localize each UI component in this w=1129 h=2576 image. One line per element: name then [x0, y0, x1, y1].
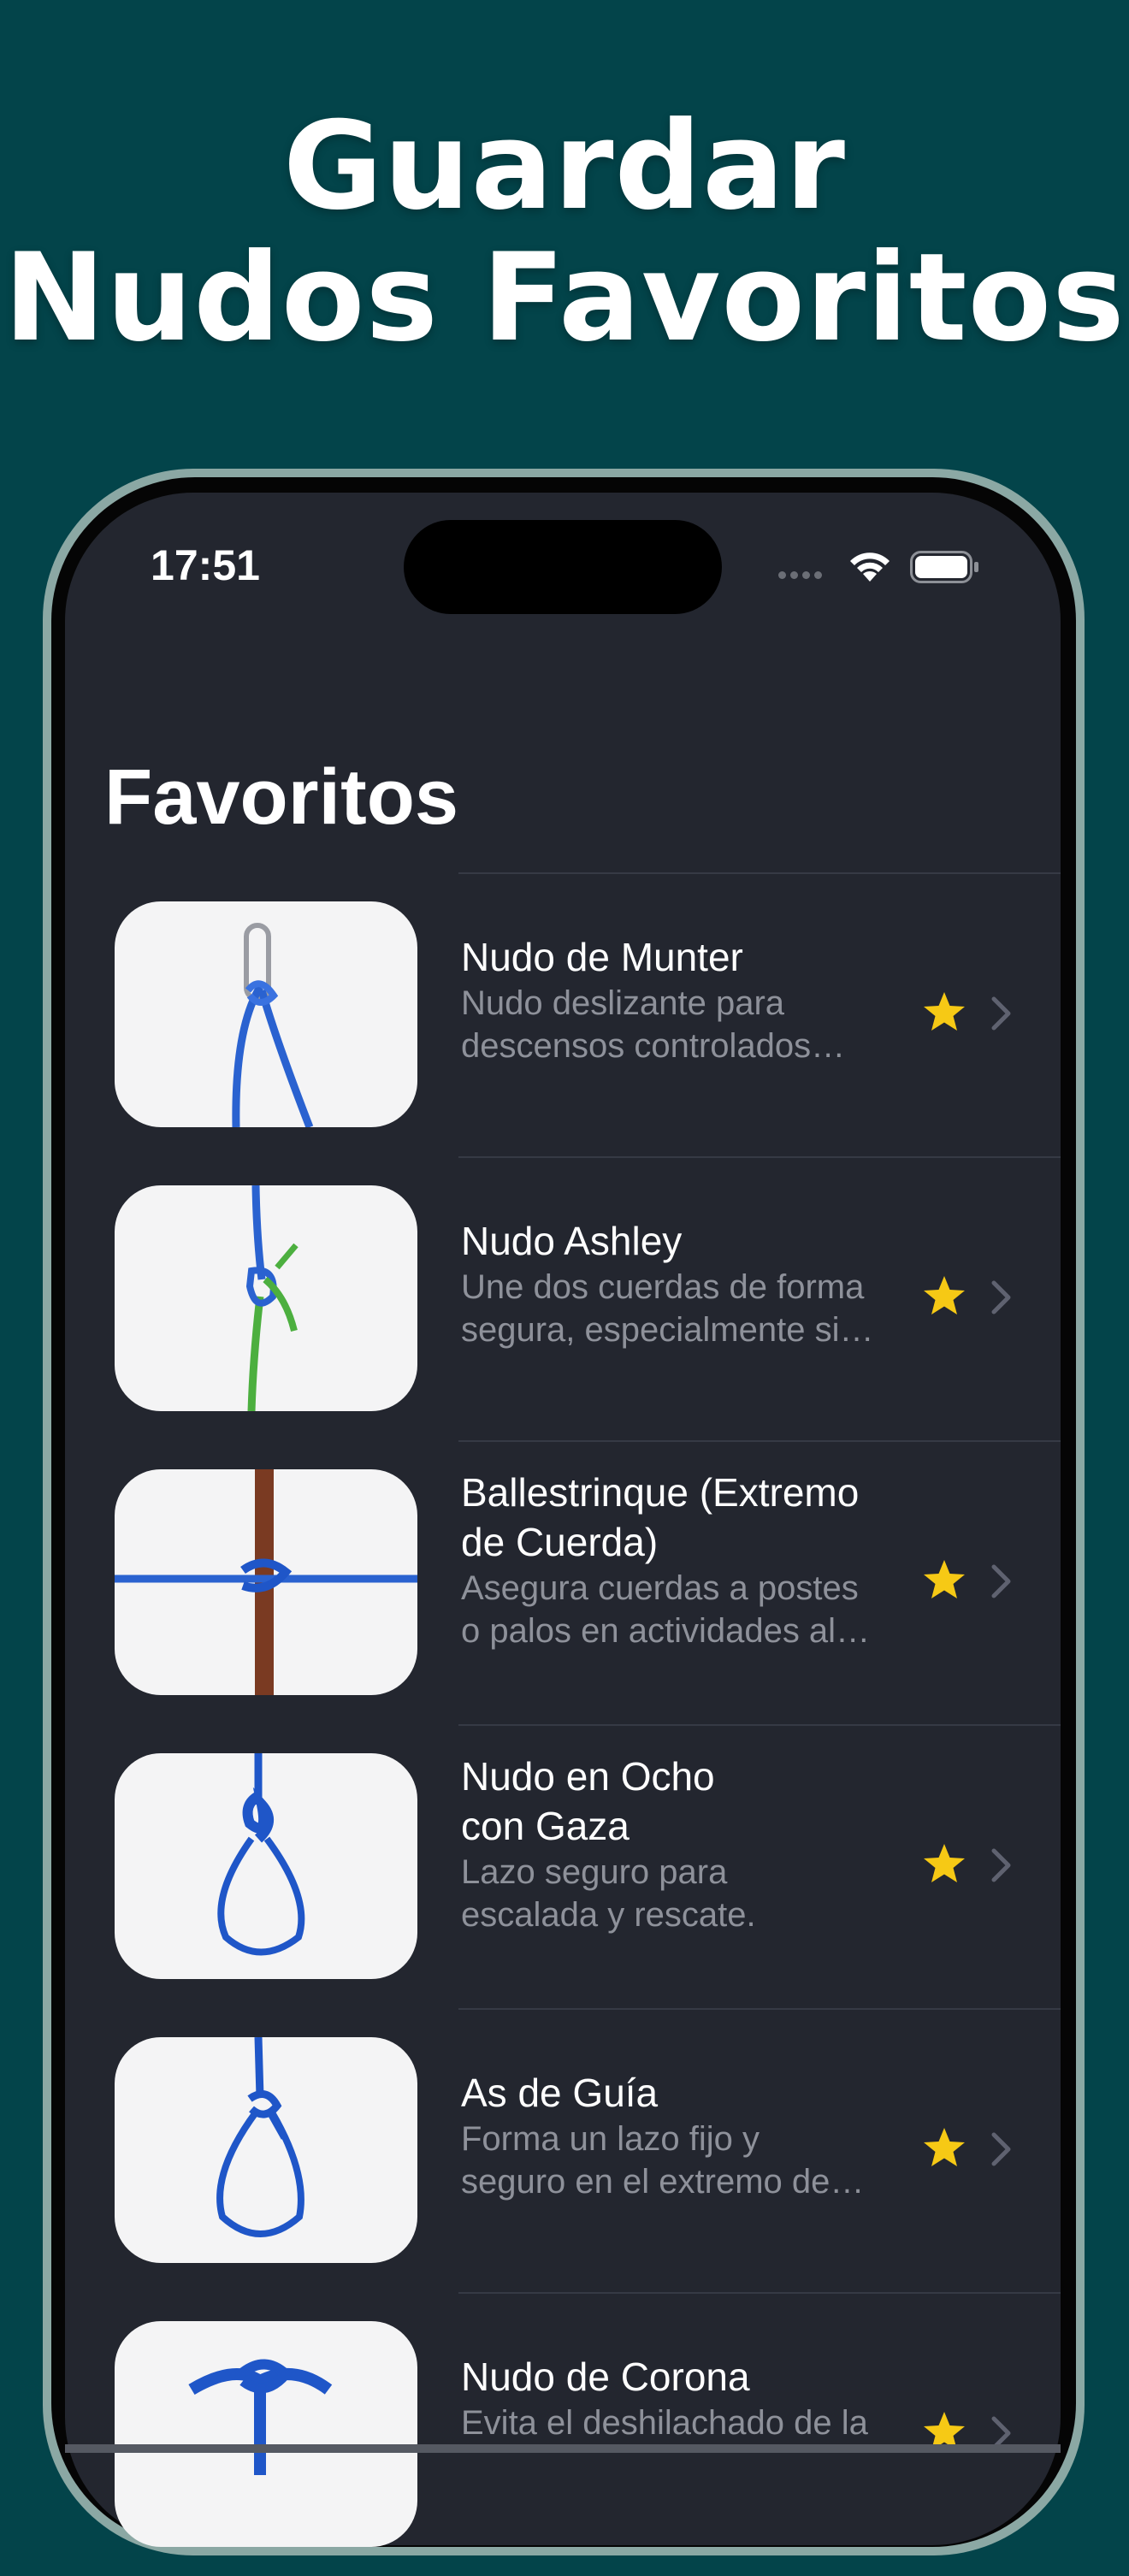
list-item-text: Nudo de Corona Evita el deshilachado de … — [461, 2352, 906, 2444]
name-line: con Gaza — [461, 1804, 630, 1848]
knot-description: Forma un lazo fijo y seguro en el extrem… — [461, 2118, 906, 2203]
list-item-bowline[interactable]: As de Guía Forma un lazo fijo y seguro e… — [65, 2008, 1061, 2292]
favorite-star-icon[interactable] — [920, 1273, 968, 1320]
knot-name: Ballestrinque (Extremo de Cuerda) — [461, 1468, 906, 1567]
crown-knot-image — [115, 2321, 417, 2547]
favorite-star-icon[interactable] — [920, 1840, 968, 1888]
headline-line-1: Guardar — [283, 96, 846, 237]
battery-icon — [910, 551, 978, 583]
knot-name: Nudo Ashley — [461, 1219, 683, 1263]
knot-description: Evita el deshilachado de la — [461, 2402, 906, 2444]
list-item-munter[interactable]: Nudo de Munter Nudo deslizante para desc… — [65, 872, 1061, 1156]
chevron-right-icon — [991, 996, 1011, 1031]
knot-description: Nudo deslizante para descensos controlad… — [461, 982, 906, 1067]
list-item-text: Nudo en Ocho con Gaza Lazo seguro para e… — [461, 1752, 906, 1936]
dynamic-island — [404, 520, 722, 614]
chevron-right-icon — [991, 1564, 1011, 1598]
list-item-crown[interactable]: Nudo de Corona Evita el deshilachado de … — [65, 2292, 1061, 2576]
clove-hitch-image — [115, 1469, 417, 1695]
knot-name: Nudo de Corona — [461, 2354, 750, 2399]
description-line: Une dos cuerdas de forma — [461, 1268, 865, 1306]
bowline-image — [115, 2037, 417, 2263]
promo-headline: Guardar Nudos Favoritos — [0, 101, 1129, 364]
headline-line-2: Nudos Favoritos — [3, 227, 1126, 369]
bottom-bar-edge — [65, 2444, 1061, 2453]
description-line: seguro en el extremo de… — [461, 2163, 865, 2201]
knot-description: Une dos cuerdas de forma segura, especia… — [461, 1266, 906, 1351]
name-line: de Cuerda) — [461, 1520, 659, 1564]
favorite-star-icon[interactable] — [920, 989, 968, 1037]
favorite-star-icon[interactable] — [920, 2124, 968, 2172]
ashley-knot-image — [115, 1185, 417, 1411]
list-item-text: Ballestrinque (Extremo de Cuerda) Asegur… — [461, 1468, 906, 1652]
knot-description: Lazo seguro para escalada y rescate. — [461, 1851, 906, 1936]
description-line: Evita el deshilachado de la — [461, 2404, 868, 2442]
list-item-ballestrinque[interactable]: Ballestrinque (Extremo de Cuerda) Asegur… — [65, 1440, 1061, 1724]
chevron-right-icon — [991, 1280, 1011, 1315]
description-line: o palos en actividades al… — [461, 1612, 871, 1650]
status-time: 17:51 — [151, 541, 260, 589]
description-line: Forma un lazo fijo y — [461, 2120, 760, 2158]
list-item-text: As de Guía Forma un lazo fijo y seguro e… — [461, 2068, 906, 2203]
list-item-text: Nudo Ashley Une dos cuerdas de forma seg… — [461, 1216, 906, 1351]
page-title: Favoritos — [104, 753, 459, 841]
wifi-icon — [850, 552, 890, 582]
name-line: Nudo en Ocho — [461, 1754, 715, 1799]
list-item-text: Nudo de Munter Nudo deslizante para desc… — [461, 932, 906, 1067]
description-line: Nudo deslizante para — [461, 984, 785, 1022]
munter-knot-image — [115, 901, 417, 1127]
description-line: descensos controlados… — [461, 1027, 846, 1065]
description-line: Asegura cuerdas a postes — [461, 1569, 859, 1607]
description-line: escalada y rescate. — [461, 1896, 756, 1934]
list-item-figure-eight[interactable]: Nudo en Ocho con Gaza Lazo seguro para e… — [65, 1724, 1061, 2008]
description-line: segura, especialmente si… — [461, 1311, 874, 1349]
knot-name: Nudo en Ocho con Gaza — [461, 1752, 906, 1851]
knot-name: Nudo de Munter — [461, 935, 743, 979]
favorite-star-icon[interactable] — [920, 1557, 968, 1604]
description-line: Lazo seguro para — [461, 1853, 728, 1891]
name-line: Ballestrinque (Extremo — [461, 1470, 860, 1515]
knot-description: Asegura cuerdas a postes o palos en acti… — [461, 1567, 906, 1652]
chevron-right-icon — [991, 1848, 1011, 1882]
figure-eight-loop-image — [115, 1753, 417, 1979]
list-item-ashley[interactable]: Nudo Ashley Une dos cuerdas de forma seg… — [65, 1156, 1061, 1440]
chevron-right-icon — [991, 2132, 1011, 2166]
knot-name: As de Guía — [461, 2071, 659, 2115]
